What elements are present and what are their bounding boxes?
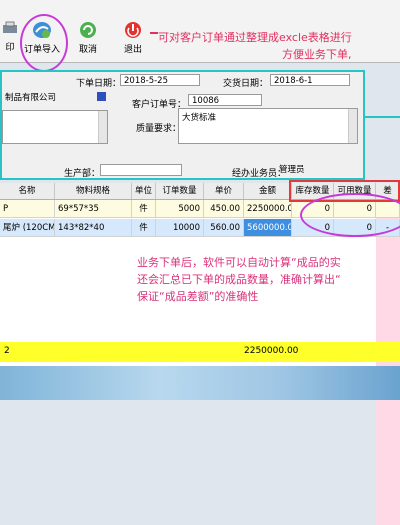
- scrollbar[interactable]: [98, 111, 107, 143]
- salesman-field[interactable]: 管理员: [276, 164, 356, 176]
- cell-qty[interactable]: 10000: [156, 219, 204, 237]
- total-row: 2 2250000.00: [0, 342, 400, 362]
- quality-label: 质量要求：: [136, 124, 182, 134]
- col-price[interactable]: 单价: [204, 183, 244, 199]
- cell-amount[interactable]: 2250000.00: [244, 200, 292, 218]
- tip-annotation: 可对客户订单通过整理成excle表格进行 方便业务下单,: [158, 31, 352, 61]
- quality-textarea[interactable]: 大货标准: [178, 108, 358, 144]
- cell-amount[interactable]: 5600000.00: [244, 219, 292, 237]
- order-date-field[interactable]: 2018-5-25: [120, 74, 200, 86]
- col-spec[interactable]: 物料规格: [55, 183, 132, 199]
- col-qty[interactable]: 订单数量: [156, 183, 204, 199]
- production-field[interactable]: [100, 164, 182, 176]
- customer-field[interactable]: 制品有限公司: [2, 92, 92, 104]
- highlight-circle: [20, 14, 68, 72]
- total-count: 2: [4, 346, 10, 356]
- cancel-icon: [80, 22, 96, 38]
- cell-spec[interactable]: 69*57*35: [55, 200, 132, 218]
- callout-line: [365, 116, 400, 118]
- cell-unit[interactable]: 件: [132, 200, 156, 218]
- cell-unit[interactable]: 件: [132, 219, 156, 237]
- col-amount[interactable]: 金额: [244, 183, 292, 199]
- cell-name[interactable]: 尾炉 (120CM): [0, 219, 55, 237]
- production-label: 生产部：: [64, 169, 101, 179]
- diff-column-highlight: [376, 199, 400, 525]
- cell-price[interactable]: 450.00: [204, 200, 244, 218]
- exit-icon: [125, 22, 141, 38]
- print-button[interactable]: 印: [0, 20, 20, 60]
- values-highlight-oval: [300, 193, 400, 237]
- cell-price[interactable]: 560.00: [204, 219, 244, 237]
- desktop-background: [0, 366, 400, 400]
- cell-qty[interactable]: 5000: [156, 200, 204, 218]
- cell-name[interactable]: P: [0, 200, 55, 218]
- feature-annotation: 业务下单后，软件可以自动计算“成品的实 还会汇总已下单的成品数量，准确计算出“ …: [137, 256, 341, 303]
- toolbar: 印 订单导入 取消 退出 可对客户订单通过整理成excle表格进行 方便业务下单…: [0, 0, 400, 72]
- total-amount: 2250000.00: [244, 346, 299, 356]
- customer-order-field[interactable]: 10086: [188, 94, 262, 106]
- exit-button[interactable]: 退出: [118, 20, 148, 60]
- col-unit[interactable]: 单位: [132, 183, 156, 199]
- cell-spec[interactable]: 143*82*40: [55, 219, 132, 237]
- order-date-label: 下单日期：: [76, 79, 122, 89]
- scrollbar[interactable]: [348, 109, 357, 143]
- delivery-date-label: 交货日期：: [223, 79, 269, 89]
- col-name[interactable]: 名称: [0, 183, 55, 199]
- print-icon: [3, 21, 17, 33]
- delivery-date-field[interactable]: 2018-6-1: [270, 74, 350, 86]
- order-form: 下单日期： 2018-5-25 交货日期： 2018-6-1 制品有限公司 客户…: [0, 70, 365, 180]
- cancel-button[interactable]: 取消: [72, 20, 104, 60]
- address-textarea[interactable]: [2, 110, 108, 144]
- customer-picker-icon[interactable]: [97, 92, 106, 101]
